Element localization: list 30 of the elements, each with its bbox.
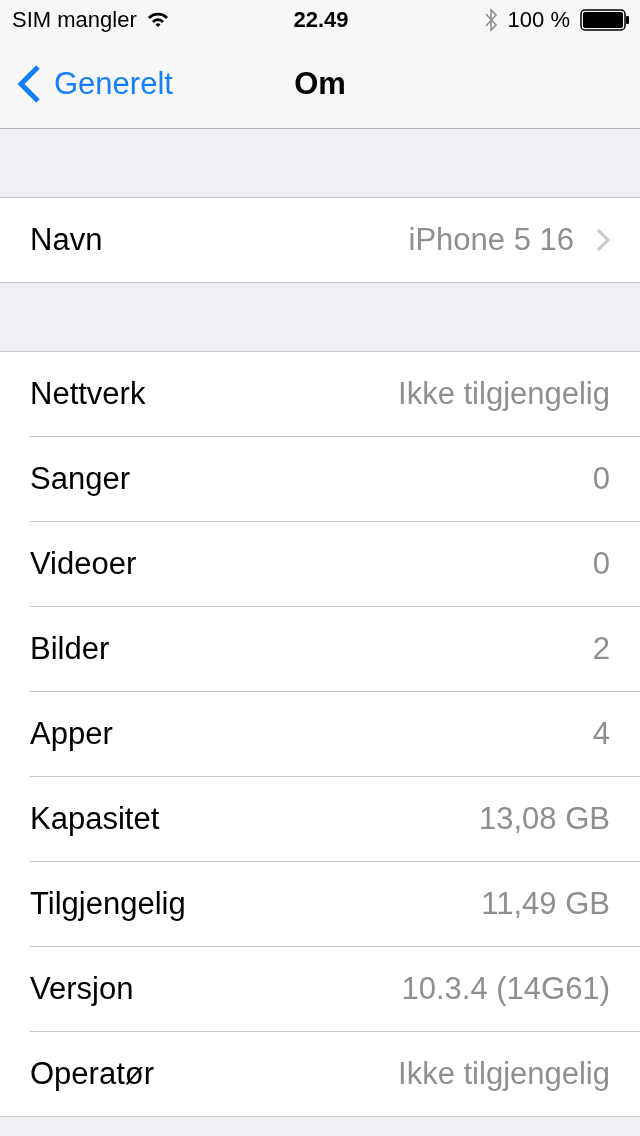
row-value: 11,49 GB — [481, 886, 610, 922]
row-value: 13,08 GB — [479, 801, 610, 837]
battery-icon — [580, 9, 630, 31]
row-label: Navn — [30, 222, 103, 258]
battery-percent: 100 % — [507, 7, 570, 33]
row-label: Videoer — [30, 546, 137, 582]
clock-time: 22.49 — [293, 7, 349, 33]
row-value: 0 — [592, 546, 610, 582]
row-label: Tilgjengelig — [30, 886, 186, 922]
row-value: Ikke tilgjengelig — [398, 1056, 610, 1092]
wifi-icon — [146, 12, 169, 28]
row-label: Operatør — [30, 1056, 155, 1092]
row-value: 4 — [592, 716, 610, 752]
row-value: iPhone 5 16 — [408, 222, 574, 258]
row-label: Versjon — [30, 971, 134, 1007]
row-value: 0 — [592, 461, 610, 497]
row-label: Kapasitet — [30, 801, 160, 837]
page-title: Om — [294, 66, 346, 102]
row-value: 2 — [592, 631, 610, 667]
chevron-icon[interactable] — [596, 228, 610, 252]
row-label: Sanger — [30, 461, 130, 497]
row-value: Ikke tilgjengelig — [398, 376, 610, 412]
row-label: Apper — [30, 716, 113, 752]
row-value: 10.3.4 (14G61) — [401, 971, 610, 1007]
back-chevron-icon — [16, 64, 42, 104]
carrier-text: SIM mangler — [12, 7, 137, 33]
back-button[interactable]: Generelt — [0, 64, 173, 104]
row-label: Bilder — [30, 631, 110, 667]
bluetooth-icon — [483, 8, 498, 32]
row-label: Nettverk — [30, 376, 146, 412]
